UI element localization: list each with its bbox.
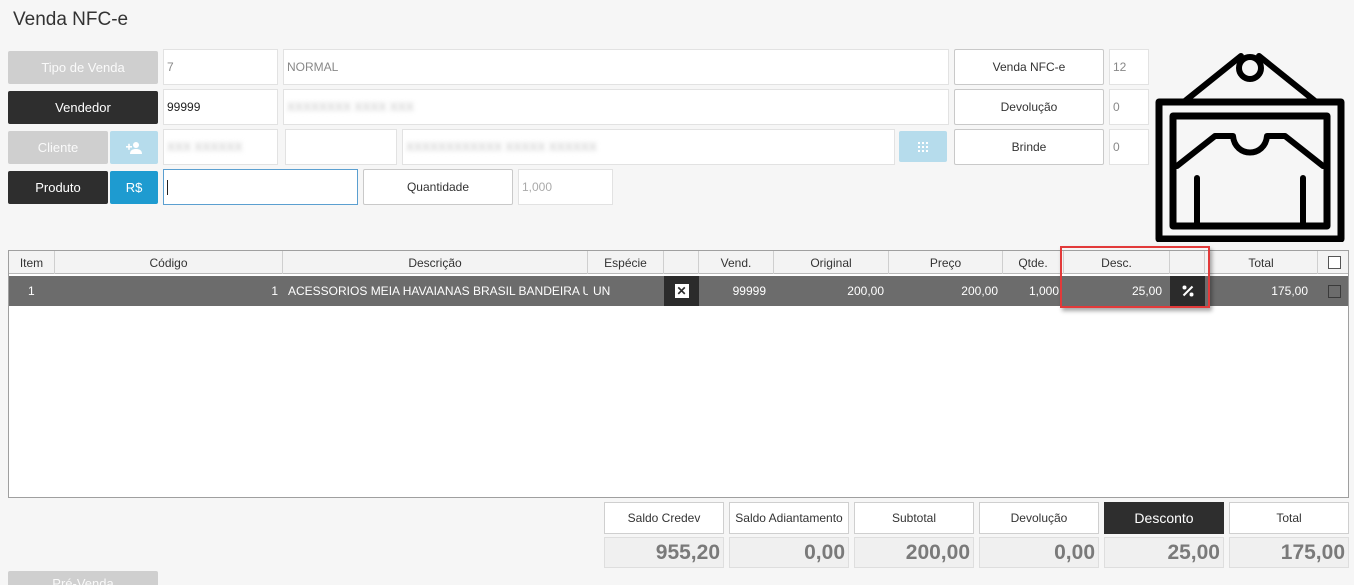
cliente-name-field: XXXXXXXXXXXX XXXXX XXXXXX (402, 129, 895, 165)
tipo-venda-button[interactable]: Tipo de Venda (8, 51, 158, 84)
add-client-button[interactable] (110, 131, 158, 164)
produto-input[interactable] (163, 169, 358, 205)
devolucao-total-value: 0,00 (979, 537, 1099, 568)
cell-especie: UN (593, 284, 611, 298)
header-descricao[interactable]: Descrição (283, 251, 588, 274)
desconto-value: 25,00 (1104, 537, 1224, 568)
page-title: Venda NFC-e (13, 9, 129, 30)
vendedor-code-field[interactable]: 99999 (163, 89, 278, 125)
row-checkbox[interactable] (1327, 284, 1341, 298)
close-icon: ✕ (674, 284, 689, 298)
header-vend[interactable]: Vend. (699, 251, 774, 274)
vendedor-name-text: XXXXXXXX XXXX XXX (287, 100, 414, 114)
vendedor-name-field: XXXXXXXX XXXX XXX (283, 89, 949, 125)
total-label: Total (1229, 502, 1349, 534)
brinde-count: 0 (1109, 129, 1149, 165)
cliente-code-field[interactable]: XXX XXXXXX (163, 129, 278, 165)
cell-original: 200,00 (847, 284, 884, 298)
cell-item: 1 (28, 284, 35, 298)
keypad-icon (918, 141, 928, 152)
add-user-icon (126, 141, 142, 154)
cell-vend: 99999 (732, 284, 766, 298)
header-remove (664, 251, 699, 274)
header-codigo[interactable]: Código (55, 251, 283, 274)
venda-nfce-count: 12 (1109, 49, 1149, 85)
subtotal-label: Subtotal (854, 502, 974, 534)
select-all-checkbox[interactable] (1327, 256, 1341, 269)
cell-total: 175,00 (1271, 284, 1308, 298)
cell-codigo: 1 (271, 284, 278, 298)
pre-venda-button[interactable]: Pré-Venda (8, 571, 158, 585)
pre-venda-label: Pré-Venda (52, 576, 114, 585)
header-preco[interactable]: Preço (889, 251, 1003, 274)
header-item[interactable]: Item (9, 251, 55, 274)
keypad-button[interactable] (899, 131, 947, 162)
quantidade-input[interactable]: 1,000 (518, 169, 613, 205)
total-value: 175,00 (1229, 537, 1349, 568)
currency-button[interactable]: R$ (110, 171, 158, 204)
saldo-credev-label: Saldo Credev (604, 502, 724, 534)
venda-nfce-button[interactable]: Venda NFC-e (954, 49, 1104, 85)
remove-item-button[interactable]: ✕ (664, 276, 699, 306)
cliente-button[interactable]: Cliente (8, 131, 108, 164)
header-select-all[interactable] (1318, 251, 1348, 274)
cell-descricao: ACESSORIOS MEIA HAVAIANAS BRASIL BANDEIR… (288, 284, 588, 298)
devolucao-count: 0 (1109, 89, 1149, 125)
tipo-venda-desc-field: NORMAL (283, 49, 949, 85)
cell-select[interactable] (1318, 276, 1348, 306)
shirt-sign-logo (1155, 53, 1345, 242)
subtotal-value: 200,00 (854, 537, 974, 568)
desconto-button[interactable]: Desconto (1104, 502, 1224, 534)
devolucao-button[interactable]: Devolução (954, 89, 1104, 125)
vendedor-button[interactable]: Vendedor (8, 91, 158, 124)
text-cursor (167, 179, 168, 195)
cell-qtde: 1,000 (1028, 284, 1059, 298)
cliente-doc-field[interactable] (285, 129, 397, 165)
cliente-code-text: XXX XXXXXX (167, 140, 243, 154)
header-original[interactable]: Original (774, 251, 889, 274)
brinde-button[interactable]: Brinde (954, 129, 1104, 165)
saldo-adiantamento-label: Saldo Adiantamento (729, 502, 849, 534)
header-especie[interactable]: Espécie (588, 251, 664, 274)
produto-button[interactable]: Produto (8, 171, 108, 204)
cliente-name-text: XXXXXXXXXXXX XXXXX XXXXXX (406, 140, 597, 154)
cell-preco: 200,00 (961, 284, 998, 298)
saldo-credev-value: 955,20 (604, 537, 724, 568)
tipo-venda-code-field[interactable]: 7 (163, 49, 278, 85)
devolucao-total-label: Devolução (979, 502, 1099, 534)
header-qtde[interactable]: Qtde. (1003, 251, 1064, 274)
discount-highlight (1060, 246, 1210, 308)
header-total[interactable]: Total (1205, 251, 1318, 274)
saldo-adiantamento-value: 0,00 (729, 537, 849, 568)
quantidade-label: Quantidade (363, 169, 513, 205)
